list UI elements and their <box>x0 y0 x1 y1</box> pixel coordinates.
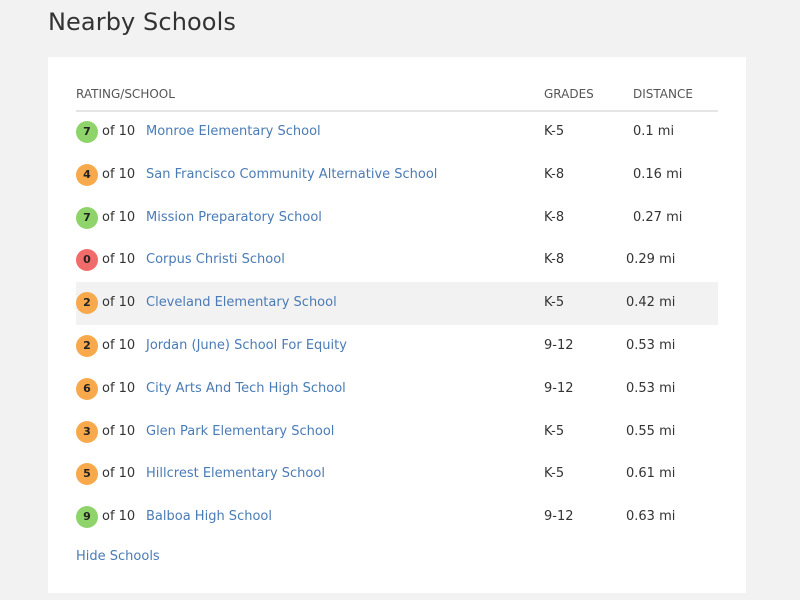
distance-value: 0.42 mi <box>626 295 676 311</box>
grades-value: K-8 <box>544 252 565 268</box>
school-list: 7 of 10 Monroe Elementary School K-5 0.1… <box>76 111 718 539</box>
rating-badge: 7 <box>76 121 98 143</box>
rating-scale: of 10 <box>102 209 136 225</box>
header-distance: DISTANCE <box>633 87 693 101</box>
school-link[interactable]: Jordan (June) School For Equity <box>146 338 347 353</box>
distance-value: 0.27 mi <box>633 209 683 225</box>
schools-card: RATING/SCHOOL GRADES DISTANCE 7 of 10 Mo… <box>48 57 746 593</box>
school-link[interactable]: Monroe Elementary School <box>146 124 321 139</box>
hide-schools-link[interactable]: Hide Schools <box>76 549 160 564</box>
rating-scale: of 10 <box>102 124 136 139</box>
table-row: 4 of 10 San Francisco Community Alternat… <box>76 154 718 197</box>
table-row: 5 of 10 Hillcrest Elementary School K-5 … <box>76 453 718 496</box>
distance-value: 0.1 mi <box>633 124 675 139</box>
grades-value: K-5 <box>544 124 565 139</box>
rating-badge: 2 <box>76 334 98 357</box>
rating-scale: of 10 <box>102 466 136 482</box>
rating-scale: of 10 <box>102 509 136 525</box>
school-link[interactable]: Hillcrest Elementary School <box>146 466 325 481</box>
school-link[interactable]: Cleveland Elementary School <box>146 295 337 310</box>
table-row: 3 of 10 Glen Park Elementary School K-5 … <box>76 411 718 454</box>
table-row: 7 of 10 Monroe Elementary School K-5 0.1… <box>76 111 718 154</box>
rating-scale: of 10 <box>102 423 136 439</box>
rating-scale: of 10 <box>102 380 136 396</box>
rating-badge: 2 <box>76 292 98 315</box>
table-row: 2 of 10 Jordan (June) School For Equity … <box>76 325 718 368</box>
rating-badge: 0 <box>76 249 98 272</box>
distance-value: 0.61 mi <box>626 466 676 482</box>
school-link[interactable]: San Francisco Community Alternative Scho… <box>146 167 437 182</box>
grades-value: K-5 <box>544 295 565 311</box>
distance-value: 0.16 mi <box>633 166 683 182</box>
page-title: Nearby Schools <box>48 8 236 36</box>
rating-badge: 4 <box>76 163 98 186</box>
rating-scale: of 10 <box>102 166 136 182</box>
table-header: RATING/SCHOOL GRADES DISTANCE <box>76 81 718 112</box>
grades-value: K-8 <box>544 209 565 225</box>
school-link[interactable]: Balboa High School <box>146 509 272 524</box>
distance-value: 0.63 mi <box>626 509 676 525</box>
header-grades: GRADES <box>544 87 594 101</box>
table-row: 0 of 10 Corpus Christi School K-8 0.29 m… <box>76 239 718 282</box>
grades-value: 9-12 <box>544 509 574 525</box>
school-link[interactable]: City Arts And Tech High School <box>146 381 346 396</box>
school-link[interactable]: Glen Park Elementary School <box>146 424 334 439</box>
grades-value: K-5 <box>544 466 565 482</box>
table-row: 7 of 10 Mission Preparatory School K-8 0… <box>76 197 718 240</box>
school-link[interactable]: Mission Preparatory School <box>146 210 322 225</box>
table-row: 9 of 10 Balboa High School 9-12 0.63 mi <box>76 496 718 539</box>
distance-value: 0.55 mi <box>626 423 676 439</box>
grades-value: 9-12 <box>544 380 574 396</box>
rating-badge: 9 <box>76 506 98 529</box>
school-link[interactable]: Corpus Christi School <box>146 252 285 267</box>
rating-scale: of 10 <box>102 295 136 311</box>
rating-badge: 3 <box>76 420 98 443</box>
rating-badge: 5 <box>76 463 98 486</box>
grades-value: K-8 <box>544 166 565 182</box>
header-rating-school: RATING/SCHOOL <box>76 87 175 101</box>
rating-badge: 6 <box>76 377 98 400</box>
grades-value: K-5 <box>544 423 565 439</box>
rating-scale: of 10 <box>102 337 136 353</box>
table-row: 6 of 10 City Arts And Tech High School 9… <box>76 368 718 411</box>
rating-scale: of 10 <box>102 252 136 268</box>
distance-value: 0.53 mi <box>626 337 676 353</box>
distance-value: 0.53 mi <box>626 380 676 396</box>
grades-value: 9-12 <box>544 337 574 353</box>
rating-badge: 7 <box>76 206 98 229</box>
distance-value: 0.29 mi <box>626 252 676 268</box>
table-row: 2 of 10 Cleveland Elementary School K-5 … <box>76 282 718 325</box>
